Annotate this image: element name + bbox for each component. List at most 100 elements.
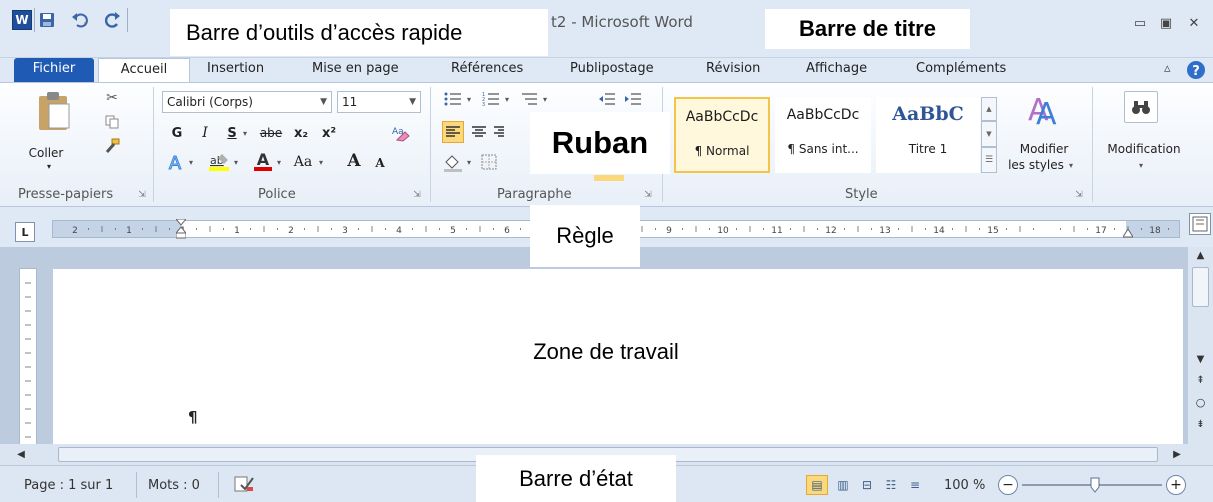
view-ruler-icon[interactable] <box>1189 213 1211 235</box>
maximize-icon[interactable]: ▣ <box>1154 12 1178 34</box>
cut-icon[interactable]: ✂ <box>103 89 121 107</box>
increase-indent-icon[interactable] <box>622 89 644 109</box>
tab-affichage[interactable]: Affichage <box>806 58 867 82</box>
zoom-out-icon[interactable]: − <box>998 475 1018 495</box>
save-icon[interactable] <box>37 10 57 30</box>
style-sans-interligne[interactable]: AaBbCcDc ¶ Sans int... <box>775 97 871 173</box>
font-name-select[interactable]: Calibri (Corps) ▼ <box>162 91 332 113</box>
bullets-icon[interactable] <box>442 89 464 109</box>
align-right-icon[interactable] <box>492 121 506 143</box>
browse-object-icon[interactable]: ○ <box>1192 393 1209 411</box>
change-styles-button-line2[interactable]: les styles <box>1006 157 1066 173</box>
change-case-dropdown-icon[interactable]: ▾ <box>316 151 326 173</box>
style-normal[interactable]: AaBbCcDc ¶ Normal <box>674 97 770 173</box>
outline-icon[interactable]: ☷ <box>880 475 902 495</box>
binoculars-icon[interactable] <box>1124 91 1158 123</box>
clear-formatting-icon[interactable]: Aa <box>390 121 412 143</box>
editing-dropdown-icon[interactable]: ▾ <box>1136 159 1146 171</box>
proofing-icon[interactable] <box>232 474 256 494</box>
grow-font-button[interactable]: A <box>343 149 365 173</box>
full-screen-reading-icon[interactable]: ▥ <box>832 475 854 495</box>
multilevel-list-icon[interactable] <box>518 89 540 109</box>
font-size-select[interactable]: 11 ▼ <box>337 91 421 113</box>
tab-selector-icon[interactable]: L <box>15 222 35 242</box>
format-painter-icon[interactable] <box>103 137 121 155</box>
strikethrough-button[interactable]: abe <box>256 123 286 143</box>
vertical-scroll-thumb[interactable] <box>1192 267 1209 307</box>
tab-mise-en-page[interactable]: Mise en page <box>312 58 399 82</box>
highlight-dropdown-icon[interactable]: ▾ <box>231 151 241 173</box>
indent-marker-icon[interactable] <box>174 218 188 239</box>
shading-dropdown-icon[interactable]: ▾ <box>464 151 474 173</box>
paste-icon[interactable] <box>34 89 74 133</box>
styles-scroll-up-icon[interactable]: ▲ <box>981 97 997 121</box>
font-color-dropdown-icon[interactable]: ▾ <box>274 151 284 173</box>
underline-button[interactable]: S <box>223 123 241 143</box>
change-styles-button[interactable]: Modifier <box>1008 141 1080 157</box>
font-launcher-icon[interactable]: ⇲ <box>411 189 423 201</box>
align-left-icon[interactable] <box>442 121 464 143</box>
decrease-indent-icon[interactable] <box>596 89 618 109</box>
copy-icon[interactable] <box>103 113 121 131</box>
scroll-up-icon[interactable]: ▲ <box>1192 247 1209 263</box>
vertical-scrollbar[interactable]: ▲ ▼ ⇞ ○ ⇟ <box>1188 247 1213 445</box>
subscript-button[interactable]: x₂ <box>290 123 312 143</box>
italic-button[interactable]: I <box>196 123 214 143</box>
text-effects-dropdown-icon[interactable]: ▾ <box>186 151 196 173</box>
bold-button[interactable]: G <box>168 123 186 143</box>
numbering-icon[interactable]: 123 <box>480 89 502 109</box>
web-layout-icon[interactable]: ⊟ <box>856 475 878 495</box>
superscript-button[interactable]: x² <box>318 123 340 143</box>
multilevel-dropdown-icon[interactable]: ▾ <box>540 89 550 109</box>
align-center-icon[interactable] <box>468 121 490 143</box>
shrink-font-button[interactable]: A <box>370 153 390 173</box>
change-case-button[interactable]: Aa <box>290 151 316 173</box>
highlight-icon[interactable]: ab <box>207 151 231 173</box>
paste-dropdown-icon[interactable]: ▾ <box>44 161 54 171</box>
paragraph-launcher-icon[interactable]: ⇲ <box>642 189 654 201</box>
change-styles-dropdown-icon[interactable]: ▾ <box>1066 157 1076 173</box>
minimize-ribbon-icon[interactable]: ▵ <box>1164 58 1171 82</box>
styles-more-icon[interactable]: ☰ <box>981 147 997 173</box>
scroll-down-icon[interactable]: ▼ <box>1192 351 1209 367</box>
undo-icon[interactable]: ▾ <box>70 10 90 30</box>
word-count[interactable]: Mots : 0 <box>148 478 200 493</box>
right-indent-marker-icon[interactable] <box>1122 227 1134 239</box>
bullets-dropdown-icon[interactable]: ▾ <box>464 89 474 109</box>
help-icon[interactable]: ? <box>1186 58 1206 82</box>
scroll-right-icon[interactable]: ▶ <box>1170 447 1184 462</box>
tab-fichier[interactable]: Fichier <box>14 58 94 82</box>
tab-revision[interactable]: Révision <box>706 58 760 82</box>
editing-button[interactable]: Modification <box>1096 141 1192 157</box>
word-logo-icon[interactable]: W <box>12 10 32 30</box>
vertical-ruler[interactable] <box>19 268 37 448</box>
tab-references[interactable]: Références <box>451 58 523 82</box>
previous-page-icon[interactable]: ⇞ <box>1192 371 1209 389</box>
text-effects-icon[interactable]: A <box>164 151 186 173</box>
next-page-icon[interactable]: ⇟ <box>1192 415 1209 433</box>
styles-scroll-down-icon[interactable]: ▼ <box>981 121 997 147</box>
change-styles-icon[interactable]: AA <box>1020 89 1064 129</box>
tab-accueil[interactable]: Accueil <box>98 58 190 82</box>
scroll-left-icon[interactable]: ◀ <box>14 447 28 462</box>
clipboard-launcher-icon[interactable]: ⇲ <box>136 189 148 201</box>
shading-icon[interactable] <box>442 151 464 173</box>
numbering-dropdown-icon[interactable]: ▾ <box>502 89 512 109</box>
zoom-level[interactable]: 100 % <box>944 478 985 493</box>
font-color-icon[interactable]: A <box>252 149 274 173</box>
minimize-icon[interactable]: ▭ <box>1128 12 1152 34</box>
print-layout-icon[interactable]: ▤ <box>806 475 828 495</box>
tab-insertion[interactable]: Insertion <box>207 58 264 82</box>
tab-publipostage[interactable]: Publipostage <box>570 58 654 82</box>
show-formatting-indicator[interactable] <box>594 175 624 181</box>
paste-button[interactable]: Coller <box>22 145 70 161</box>
underline-dropdown-icon[interactable]: ▾ <box>240 123 250 143</box>
style-titre-1[interactable]: AaBbC Titre 1 <box>876 97 980 173</box>
page-count[interactable]: Page : 1 sur 1 <box>24 478 113 493</box>
redo-icon[interactable] <box>103 10 123 30</box>
zoom-in-icon[interactable]: + <box>1166 475 1186 495</box>
style-launcher-icon[interactable]: ⇲ <box>1073 189 1085 201</box>
tab-complements[interactable]: Compléments <box>916 58 1006 82</box>
close-icon[interactable]: ✕ <box>1182 12 1206 34</box>
borders-icon[interactable] <box>478 151 500 173</box>
